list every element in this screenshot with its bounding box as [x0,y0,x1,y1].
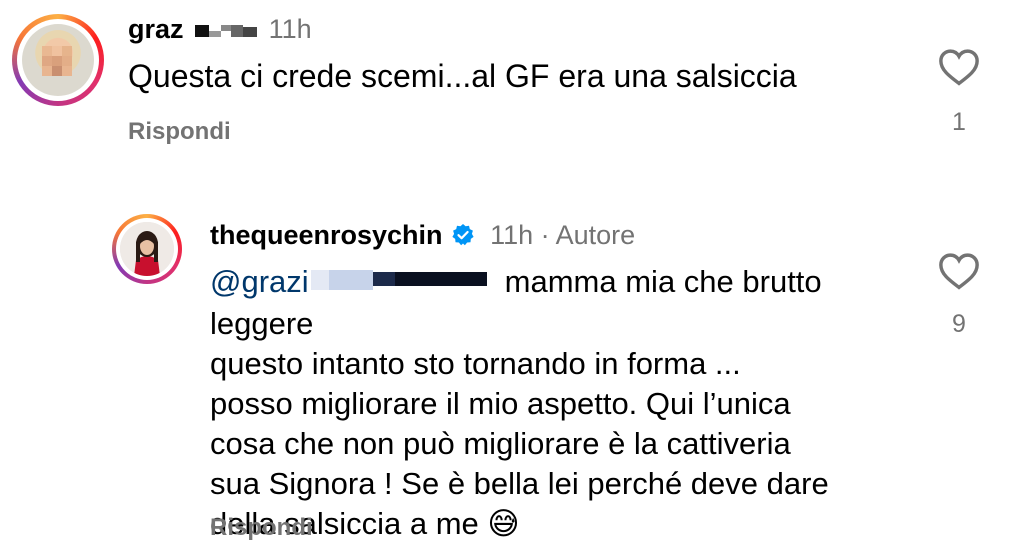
comment-line-1: @grazi mamma mia che brutto leggere [210,262,930,344]
mention-link[interactable]: @grazi [210,264,309,299]
censored-mention-block [309,264,505,304]
avatar-photo [120,222,174,276]
comment-text: @grazi mamma mia che brutto leggere quest… [210,262,930,544]
like-count: 1 [952,108,966,136]
comment-text: Questa ci crede scemi...al GF era una sa… [128,58,797,94]
meta-separator: · [540,220,550,250]
comment-line-3: posso migliorare il mio aspetto. Qui l’u… [210,385,791,421]
reply-button[interactable]: Rispondi [128,118,231,146]
comment-header: thequeenrosychin 11h · Autore [210,220,635,251]
heart-icon[interactable] [938,48,980,86]
avatar-photo-blurred [22,24,94,96]
comment-line-2: questo intanto sto tornando in forma ... [210,345,741,381]
pixelated-face [42,46,72,76]
comment-line-6: della salsiccia a me 😅 [210,504,930,544]
like-count: 9 [952,310,966,338]
heart-icon[interactable] [938,252,980,290]
avatar[interactable] [112,214,182,284]
profile-photo-illustration [120,222,174,276]
author-label: Autore [555,220,636,250]
username[interactable]: thequeenrosychin [210,220,443,250]
comment-header: graz 11h [128,14,312,46]
avatar[interactable] [12,14,104,106]
sweat-smile-emoji: 😅 [487,505,520,541]
comment-line-4: cosa che non può migliorare è la cattive… [210,425,791,461]
comment-time: 11h [490,220,534,250]
censored-name-block [191,15,261,46]
verified-badge-icon [451,224,474,246]
reply-button[interactable]: Rispondi [210,514,313,542]
username[interactable]: graz [128,14,184,44]
comment-line-5: sua Signora ! Se è bella lei perché deve… [210,465,829,501]
comment-time: 11h [268,14,312,44]
